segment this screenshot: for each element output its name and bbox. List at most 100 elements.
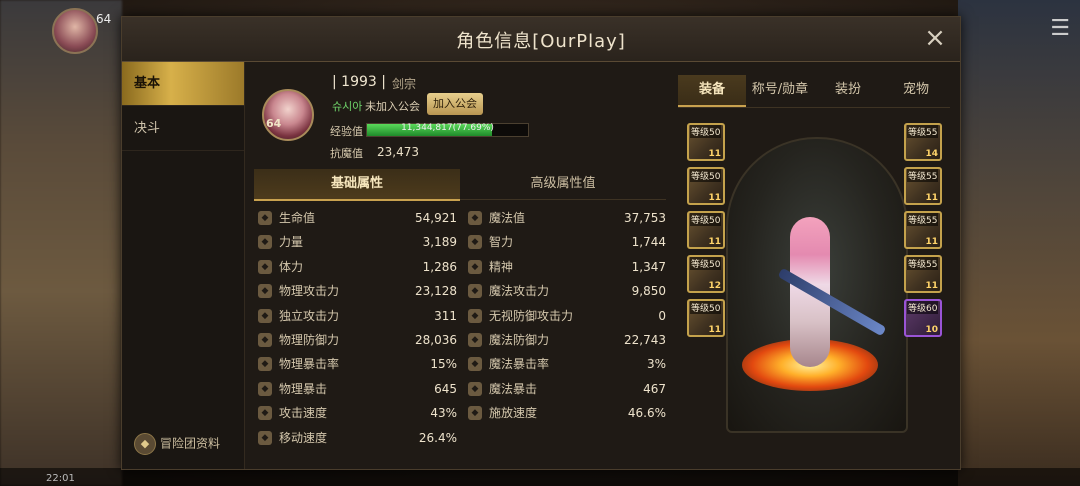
stat-row: ◆ 体力 1,286	[254, 256, 457, 278]
tab-avatar[interactable]: 装扮	[814, 75, 882, 105]
magic-crit-rate-icon: ◆	[468, 357, 482, 372]
stat-label: 生命值	[279, 211, 316, 225]
slot-reinforce: 12	[708, 281, 721, 291]
stat-value: 1,347	[631, 259, 666, 274]
menu-icon[interactable]: ☰	[1050, 16, 1070, 41]
stat-row: ◆ 魔法防御力 22,743	[464, 329, 666, 351]
slot-level: 等级50	[690, 301, 722, 314]
stat-value: 9,850	[631, 284, 666, 299]
stat-label: 智力	[489, 235, 514, 250]
equip-tab-divider	[678, 107, 950, 108]
resist-value: 23,473	[377, 145, 419, 159]
stat-value: 26.4%	[418, 430, 457, 445]
slot-level: 等级50	[690, 213, 722, 226]
title-bar: 角色信息[OurPlay] ×	[122, 17, 960, 62]
stat-row: ◆ 精神 1,347	[464, 256, 666, 278]
character-avatar	[262, 89, 314, 141]
stat-row: ◆ 智力 1,744	[464, 231, 666, 253]
background-left	[0, 0, 122, 486]
resist-label: 抗魔值	[330, 147, 363, 160]
stat-label: 独立攻击力	[279, 308, 340, 323]
slot-reinforce: 11	[925, 237, 938, 247]
slot-reinforce: 11	[708, 149, 721, 159]
equipment-slot[interactable]: 等级50 11	[687, 211, 725, 249]
tab-equipment[interactable]: 装备	[678, 75, 746, 107]
adventure-info-button[interactable]: ◆ 冒险团资料	[134, 433, 220, 455]
equipment-slot[interactable]: 等级60 10	[904, 299, 942, 337]
slot-level: 等级55	[907, 125, 939, 138]
hud-avatar[interactable]	[52, 8, 98, 54]
character-info-panel: 角色信息[OurPlay] × 基本 决斗 ◆ 冒险团资料 64 | 1993 |…	[121, 16, 961, 470]
slot-level: 等级50	[690, 257, 722, 270]
stat-value: 37,753	[624, 211, 666, 225]
exp-label: 经验值	[330, 125, 363, 138]
tab-title-medal[interactable]: 称号/勋章	[746, 75, 814, 105]
stat-value: 1,744	[631, 235, 666, 250]
slot-reinforce: 11	[708, 193, 721, 203]
slot-reinforce: 11	[708, 237, 721, 247]
slot-level: 等级55	[907, 169, 939, 182]
stat-label: 施放速度	[489, 406, 538, 421]
crit-rate-icon: ◆	[258, 357, 272, 372]
stat-value: 23,128	[415, 284, 457, 299]
stat-row: ◆ 魔法暴击率 3%	[464, 353, 666, 375]
vitality-icon: ◆	[258, 259, 272, 274]
stat-row: ◆ 物理暴击 645	[254, 378, 457, 400]
nav-item-basic[interactable]: 基本	[122, 62, 244, 106]
slot-level: 等级50	[690, 169, 722, 182]
slot-reinforce: 11	[925, 281, 938, 291]
equipment-slot[interactable]: 等级50 12	[687, 255, 725, 293]
stat-row: ◆ 魔法暴击 467	[464, 378, 666, 400]
stat-value: 3,189	[422, 235, 457, 250]
exp-bar: 11,344,817(77.69%)	[366, 123, 529, 137]
equipment-slot[interactable]: 等级50 11	[687, 299, 725, 337]
slot-level: 等级55	[907, 257, 939, 270]
stat-value: 28,036	[415, 333, 457, 347]
stat-row: ◆ 独立攻击力 311	[254, 305, 457, 327]
equipment-slot[interactable]: 等级55 14	[904, 123, 942, 161]
strength-icon: ◆	[258, 235, 272, 250]
stat-row: ◆ 物理攻击力 23,128	[254, 280, 457, 302]
stat-row: ◆ 攻击速度 43%	[254, 402, 457, 424]
stat-label: 体力	[279, 259, 304, 274]
hud-time: 22:01	[46, 473, 75, 484]
left-nav: 基本 决斗 ◆ 冒险团资料	[122, 62, 245, 469]
crit-icon: ◆	[258, 381, 272, 396]
stat-value: 43%	[430, 406, 457, 421]
equipment-slot[interactable]: 等级55 11	[904, 211, 942, 249]
ignore-defense-icon: ◆	[468, 308, 482, 323]
tab-basic-attributes[interactable]: 基础属性	[254, 169, 460, 201]
equipment-slot[interactable]: 等级55 11	[904, 255, 942, 293]
hud-level: 64	[96, 12, 112, 26]
stat-value: 311	[434, 308, 457, 323]
stat-label: 魔法防御力	[489, 333, 550, 347]
spirit-icon: ◆	[468, 259, 482, 274]
adventure-info-label: 冒险团资料	[160, 436, 221, 451]
join-guild-button[interactable]: 加入公会	[427, 93, 483, 115]
magic-attack-icon: ◆	[468, 284, 482, 299]
slot-level: 等级50	[690, 125, 722, 138]
stat-row: ◆ 魔法值 37,753	[464, 207, 666, 229]
equipment-slot[interactable]: 等级50 11	[687, 167, 725, 205]
stat-value: 54,921	[415, 211, 457, 225]
equipment-slot[interactable]: 等级55 11	[904, 167, 942, 205]
equipment-slot[interactable]: 等级50 11	[687, 123, 725, 161]
stat-label: 精神	[489, 259, 514, 274]
magic-crit-icon: ◆	[468, 381, 482, 396]
stat-row: ◆ 移动速度 26.4%	[254, 427, 457, 449]
slot-reinforce: 14	[925, 149, 938, 159]
tab-pet[interactable]: 宠物	[882, 75, 950, 105]
slot-reinforce: 10	[925, 325, 938, 335]
tab-advanced-attributes[interactable]: 高级属性值	[460, 169, 666, 200]
stat-label: 无视防御攻击力	[489, 308, 574, 323]
intelligence-icon: ◆	[468, 235, 482, 250]
close-icon[interactable]: ×	[922, 25, 948, 51]
stat-label: 移动速度	[279, 430, 328, 445]
character-name: 슈시아	[332, 100, 363, 113]
stat-label: 物理攻击力	[279, 284, 340, 299]
avatar-level: 64	[266, 117, 282, 130]
independent-attack-icon: ◆	[258, 308, 272, 323]
nav-item-duel[interactable]: 决斗	[122, 107, 244, 151]
stat-value: 1,286	[422, 259, 457, 274]
stat-row: ◆ 物理防御力 28,036	[254, 329, 457, 351]
